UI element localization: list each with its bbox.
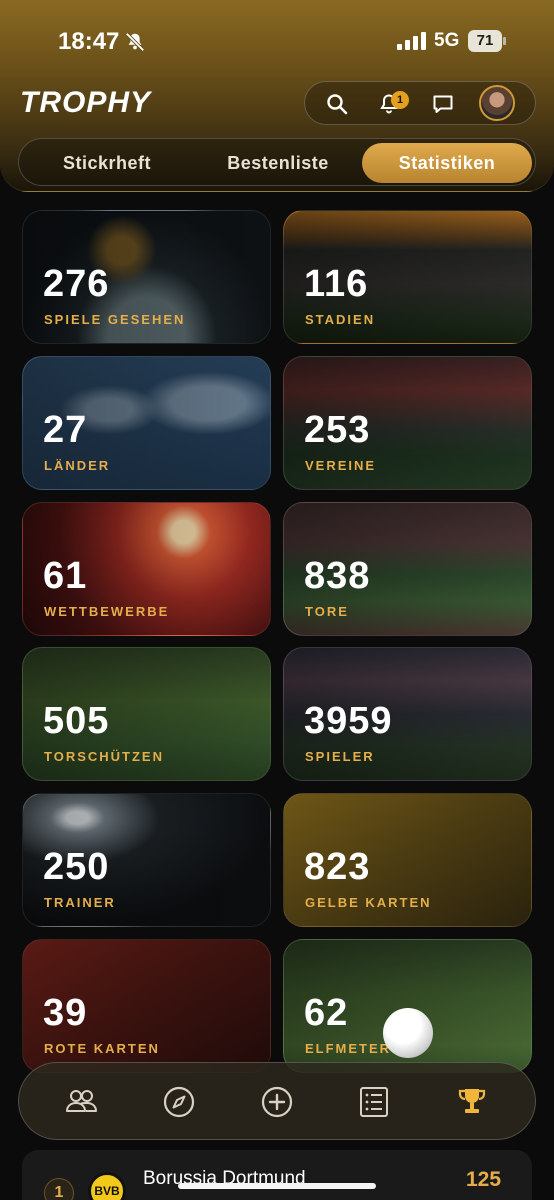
battery-icon: 71 [468, 30, 506, 52]
stat-value: 27 [43, 409, 88, 451]
tab-stickrheft[interactable]: Stickrheft [27, 143, 187, 183]
tab-bar: Stickrheft Bestenliste Statistiken [18, 138, 536, 186]
club-count: 125 [466, 1168, 502, 1191]
stat-label: STADIEN [305, 312, 376, 327]
stat-card-vereine[interactable]: 253 VEREINE [283, 356, 532, 490]
stat-value: 61 [43, 555, 88, 597]
stat-card-rote-karten[interactable]: 39 ROTE KARTEN [22, 939, 271, 1073]
stat-card-stadien[interactable]: 116 STADIEN [283, 210, 532, 344]
home-indicator [178, 1183, 376, 1189]
stat-label: VEREINE [305, 458, 377, 473]
notification-badge: 1 [391, 91, 409, 109]
stat-label: TRAINER [44, 895, 116, 910]
stat-card-trainer[interactable]: 250 TRAINER [22, 793, 271, 927]
list-icon[interactable] [357, 1085, 391, 1119]
trophy-icon[interactable] [455, 1085, 489, 1119]
stat-card-gelbe-karten[interactable]: 823 GELBE KARTEN [283, 793, 532, 927]
search-icon[interactable] [325, 92, 349, 116]
rank-badge: 1 [44, 1178, 74, 1200]
status-bar: 18:47 5G 71 [0, 0, 554, 80]
stat-value: 838 [304, 555, 371, 597]
stat-card-spiele-gesehen[interactable]: 276 SPIELE GESEHEN [22, 210, 271, 344]
signal-icon [397, 32, 426, 50]
stat-card-spieler[interactable]: 3959 SPIELER [283, 647, 532, 781]
plus-circle-icon[interactable] [260, 1085, 294, 1119]
stat-label: TORE [305, 604, 349, 619]
stat-label: SPIELE GESEHEN [44, 312, 186, 327]
battery-level: 71 [476, 32, 494, 49]
app-title: TROPHY [20, 86, 152, 119]
stat-value: 116 [304, 263, 369, 305]
stat-card-laender[interactable]: 27 LÄNDER [22, 356, 271, 490]
stat-label: ELFMETER [305, 1041, 392, 1056]
stat-value: 39 [43, 992, 88, 1034]
stat-label: LÄNDER [44, 458, 111, 473]
avatar[interactable] [479, 85, 515, 121]
bell-off-icon [125, 32, 145, 52]
football-image [383, 1008, 433, 1058]
stat-card-tore[interactable]: 838 TORE [283, 502, 532, 636]
status-time: 18:47 [58, 28, 120, 55]
stat-value: 3959 [304, 700, 393, 742]
stat-value: 505 [43, 700, 110, 742]
stat-label: ROTE KARTEN [44, 1041, 160, 1056]
chat-icon[interactable] [431, 92, 455, 116]
stat-value: 823 [304, 846, 371, 888]
stat-label: GELBE KARTEN [305, 895, 432, 910]
stat-value: 250 [43, 846, 110, 888]
stat-label: TORSCHÜTZEN [44, 749, 164, 764]
people-icon[interactable] [64, 1085, 98, 1119]
stat-value: 276 [43, 263, 110, 305]
stat-label: WETTBEWERBE [44, 604, 170, 619]
stat-card-wettbewerbe[interactable]: 61 WETTBEWERBE [22, 502, 271, 636]
stat-card-torschuetzen[interactable]: 505 TORSCHÜTZEN [22, 647, 271, 781]
compass-icon[interactable] [162, 1085, 196, 1119]
stat-label: SPIELER [305, 749, 375, 764]
tab-bestenliste[interactable]: Bestenliste [195, 143, 361, 183]
stat-value: 253 [304, 409, 371, 451]
network-type: 5G [434, 30, 460, 51]
stat-value: 62 [304, 992, 349, 1034]
tab-statistiken[interactable]: Statistiken [362, 143, 532, 183]
